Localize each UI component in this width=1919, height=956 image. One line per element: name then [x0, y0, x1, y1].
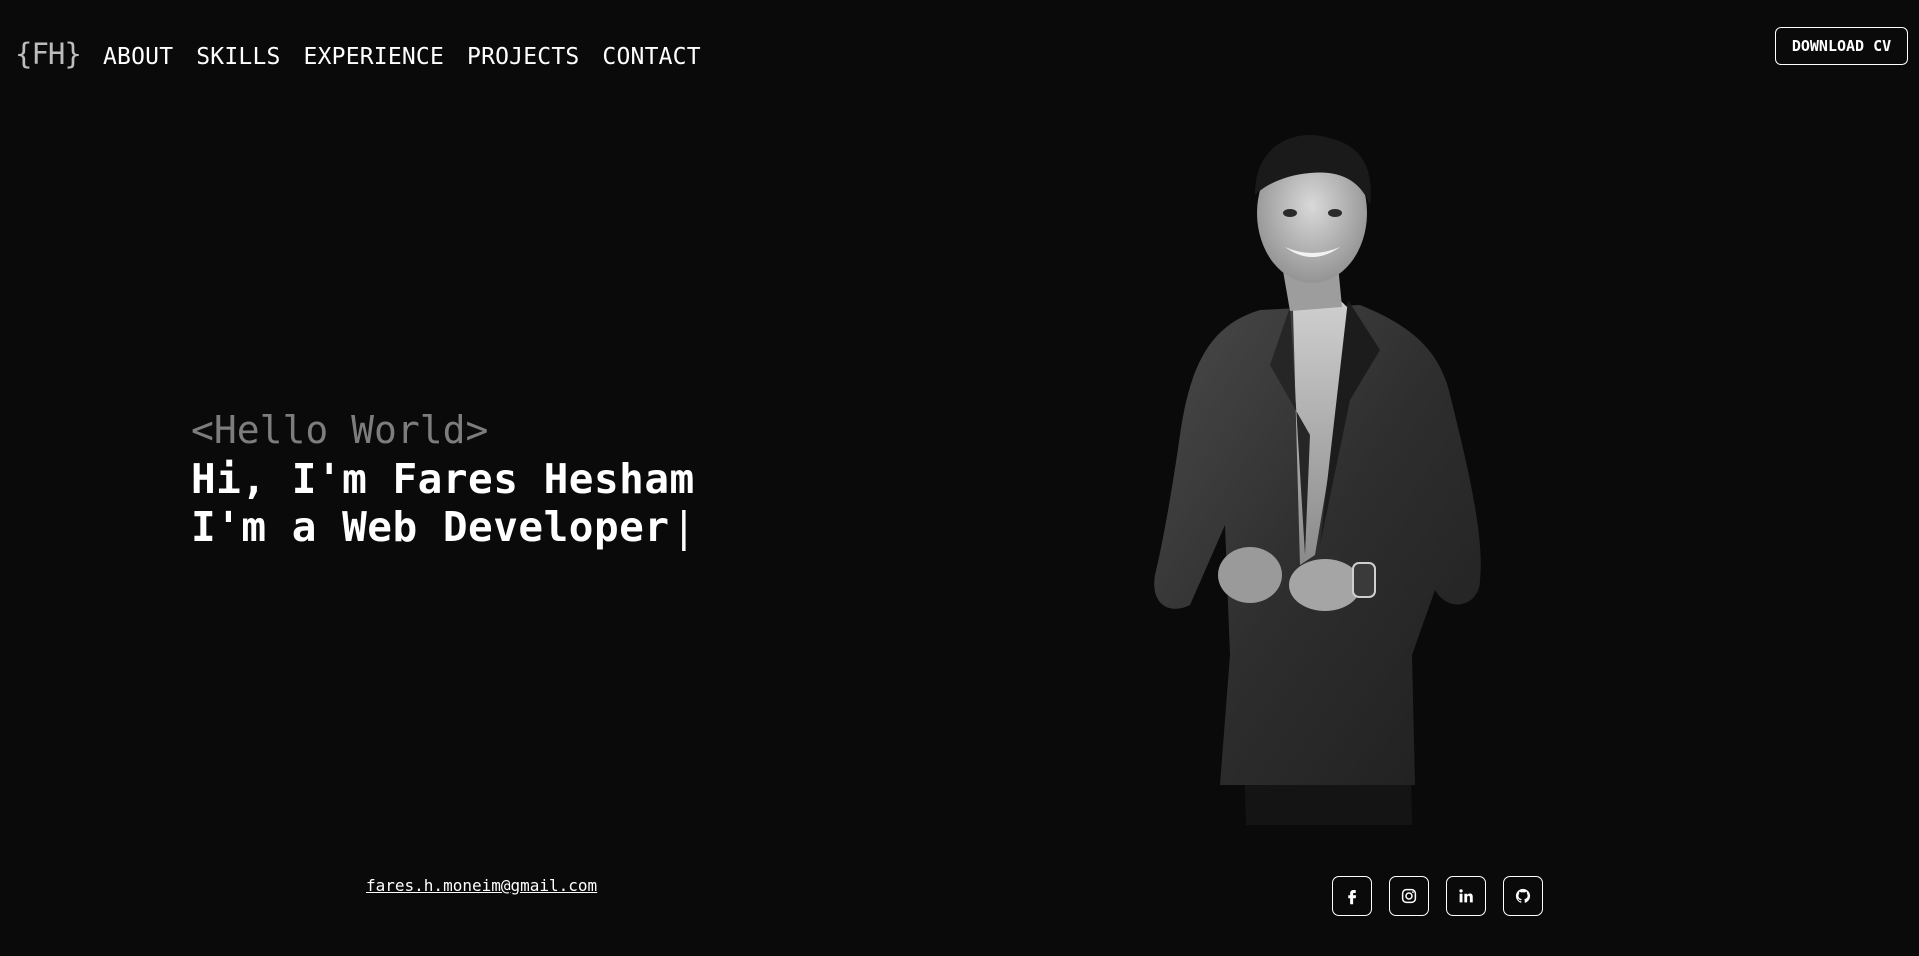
contact-email-link[interactable]: fares.h.moneim@gmail.com: [366, 876, 597, 895]
typing-cursor: |: [671, 503, 697, 551]
github-icon: [1515, 888, 1531, 903]
hero-section: <Hello World> Hi, I'm Fares Hesham I'm a…: [191, 405, 697, 551]
hero-name-line: Hi, I'm Fares Hesham: [191, 455, 695, 503]
facebook-link[interactable]: [1332, 876, 1372, 916]
linkedin-link[interactable]: [1446, 876, 1486, 916]
nav-item-experience[interactable]: EXPERIENCE: [304, 42, 444, 72]
download-cv-button[interactable]: DOWNLOAD CV: [1775, 27, 1908, 65]
main-nav: ABOUT SKILLS EXPERIENCE PROJECTS CONTACT: [103, 42, 701, 72]
social-links: [1332, 876, 1543, 916]
instagram-link[interactable]: [1389, 876, 1429, 916]
hero-role-line: I'm a Web Developer|: [191, 503, 697, 551]
github-link[interactable]: [1503, 876, 1543, 916]
portrait-photo: [1154, 135, 1481, 825]
hero-role-text: I'm a Web Developer: [191, 503, 670, 551]
page: {FH} ABOUT SKILLS EXPERIENCE PROJECTS CO…: [0, 0, 1919, 956]
nav-item-skills[interactable]: SKILLS: [196, 42, 280, 72]
linkedin-icon: [1459, 889, 1473, 903]
nav-item-about[interactable]: ABOUT: [103, 42, 173, 72]
site-logo[interactable]: {FH}: [15, 36, 82, 72]
facebook-icon: [1348, 890, 1357, 905]
nav-item-projects[interactable]: PROJECTS: [467, 42, 579, 72]
instagram-icon: [1401, 888, 1417, 904]
hero-greeting: <Hello World>: [191, 408, 489, 452]
nav-item-contact[interactable]: CONTACT: [602, 42, 700, 72]
